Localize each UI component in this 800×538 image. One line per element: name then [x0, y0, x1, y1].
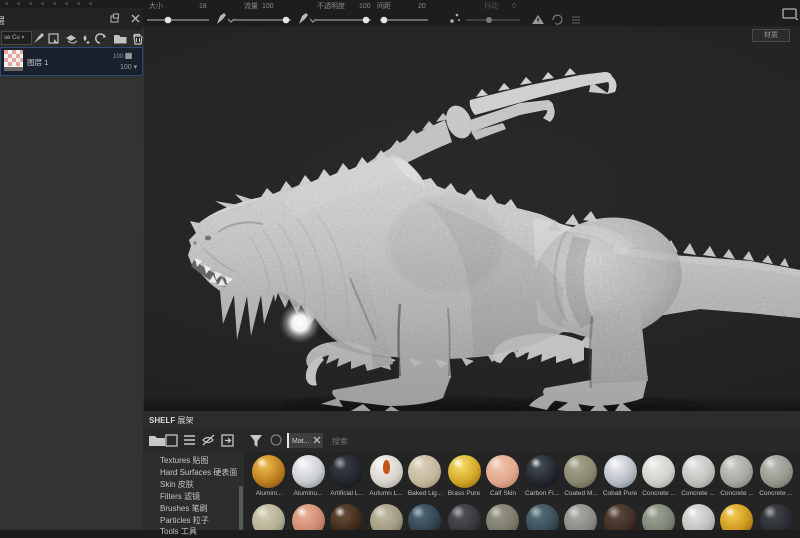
svg-text:Mat...: Mat...	[292, 438, 310, 445]
svg-text:搜索: 搜索	[332, 436, 348, 446]
